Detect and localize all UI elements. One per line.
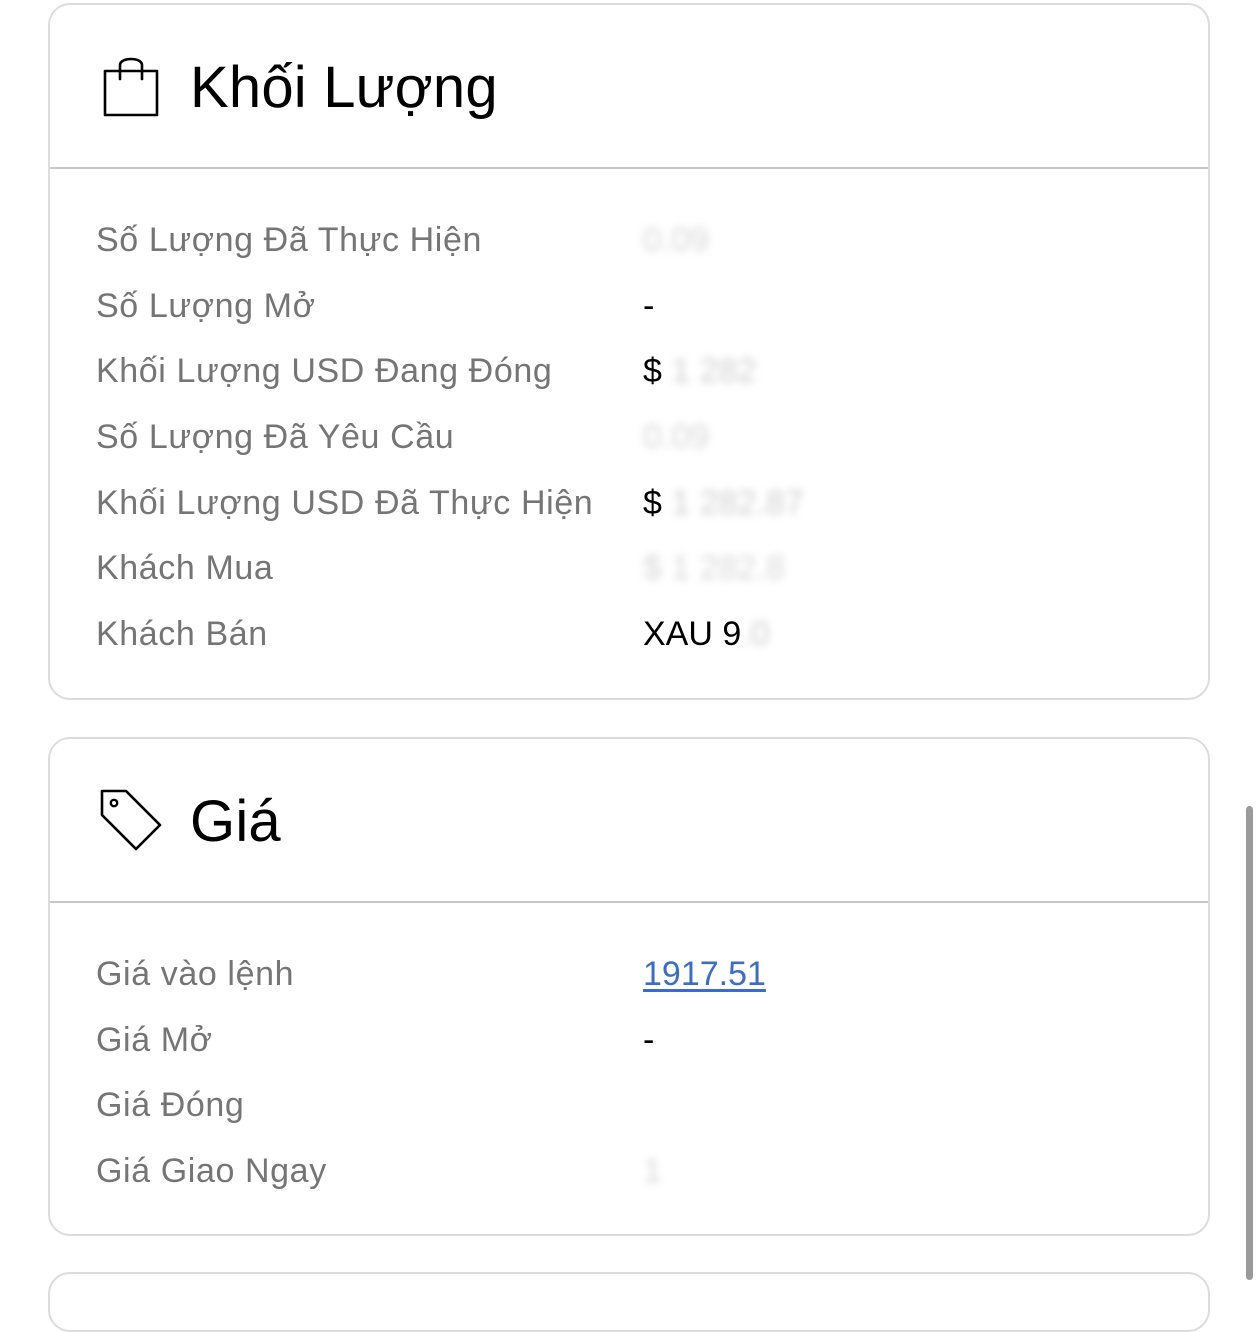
next-card: [48, 1272, 1210, 1332]
row-close-price: Giá Đóng: [96, 1080, 1188, 1130]
row-closing-usd-volume: Khối Lượng USD Đang Đóng $ 1 282: [96, 346, 1188, 396]
volume-card: Khối Lượng Số Lượng Đã Thực Hiện 0.09 Số…: [48, 3, 1210, 700]
price-card-header: Giá: [50, 739, 1208, 903]
volume-card-header: Khối Lượng: [50, 5, 1208, 169]
closing-usd-volume-label: Khối Lượng USD Đang Đóng: [96, 352, 553, 390]
closing-usd-prefix: $: [643, 352, 672, 390]
entry-price-value[interactable]: 1917.51: [643, 949, 766, 999]
seller-label: Khách Bán: [96, 615, 268, 653]
closing-usd-volume-value: $ 1 282: [643, 346, 756, 396]
row-buyer: Khách Mua $ 1 282.8: [96, 543, 1188, 593]
executed-usd-volume-value: $ 1 282.87: [643, 478, 804, 528]
entry-price-link[interactable]: 1917.51: [643, 955, 766, 993]
seller-prefix: XAU 9: [643, 615, 742, 653]
entry-price-label: Giá vào lệnh: [96, 955, 295, 993]
spot-price-label: Giá Giao Ngay: [96, 1152, 327, 1190]
price-tag-icon: [100, 789, 162, 851]
volume-card-title: Khối Lượng: [190, 55, 498, 120]
executed-usd-volume-label: Khối Lượng USD Đã Thực Hiện: [96, 484, 594, 522]
open-price-label: Giá Mở: [96, 1021, 213, 1059]
buyer-value: $ 1 282.8: [643, 549, 785, 587]
row-requested-quantity: Số Lượng Đã Yêu Cầu 0.09: [96, 412, 1188, 462]
open-quantity-label: Số Lượng Mở: [96, 287, 316, 325]
executed-usd-prefix: $: [643, 484, 672, 522]
open-price-value: -: [643, 1021, 655, 1059]
close-price-label: Giá Đóng: [96, 1086, 245, 1124]
price-card-title: Giá: [190, 789, 281, 854]
seller-value: XAU 9.0: [643, 609, 770, 659]
row-open-quantity: Số Lượng Mở -: [96, 281, 1188, 331]
price-card: Giá Giá vào lệnh 1917.51 Giá Mở - Giá Đó…: [48, 737, 1210, 1236]
executed-quantity-value: 0.09: [643, 221, 710, 259]
row-entry-price: Giá vào lệnh 1917.51: [96, 949, 1188, 999]
row-executed-usd-volume: Khối Lượng USD Đã Thực Hiện $ 1 282.87: [96, 478, 1188, 528]
scrollbar[interactable]: [1246, 806, 1253, 1280]
shopping-bag-icon: [103, 57, 159, 117]
open-quantity-value: -: [643, 287, 655, 325]
row-seller: Khách Bán XAU 9.0: [96, 609, 1188, 659]
executed-quantity-label: Số Lượng Đã Thực Hiện: [96, 221, 482, 259]
executed-usd-amount: 1 282.87: [671, 484, 804, 522]
seller-amount: .0: [741, 615, 770, 653]
requested-quantity-label: Số Lượng Đã Yêu Cầu: [96, 418, 455, 456]
spot-price-value: 1: [643, 1152, 662, 1190]
requested-quantity-value: 0.09: [643, 418, 710, 456]
closing-usd-amount: 1 282: [671, 352, 757, 390]
row-executed-quantity: Số Lượng Đã Thực Hiện 0.09: [96, 215, 1188, 265]
row-open-price: Giá Mở -: [96, 1015, 1188, 1065]
row-spot-price: Giá Giao Ngay 1: [96, 1146, 1188, 1196]
buyer-label: Khách Mua: [96, 549, 274, 587]
